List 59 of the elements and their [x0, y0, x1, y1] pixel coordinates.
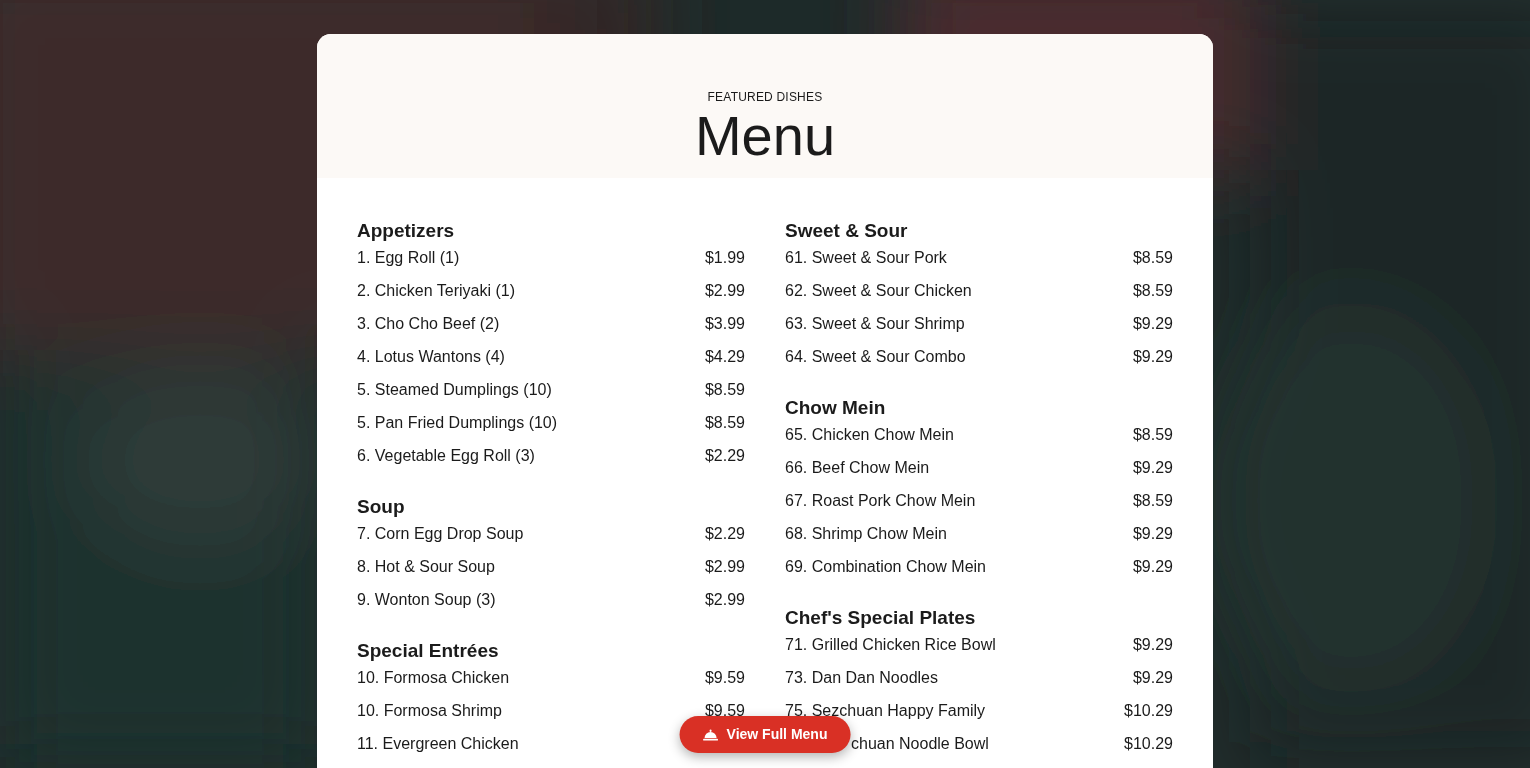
view-menu-button[interactable]: View Full Menu: [679, 716, 851, 753]
menu-item-name: 2. Chicken Teriyaki (1): [357, 282, 515, 300]
menu-item-name: 11. Evergreen Chicken: [357, 735, 519, 753]
section-eyebrow: FEATURED DISHES: [707, 89, 823, 106]
menu-item-name: 69. Combination Chow Mein: [785, 558, 986, 576]
menu-item-name: 71. Grilled Chicken Rice Bowl: [785, 636, 996, 654]
menu-item-name: 61. Sweet & Sour Pork: [785, 249, 947, 267]
section-heading: Sweet & Sour: [785, 219, 908, 243]
serving-dish-icon: [702, 728, 719, 741]
section-heading: Chef's Special Plates: [785, 606, 976, 630]
menu-item-price: $4.29: [704, 348, 745, 366]
menu-item-price: $9.29: [1132, 348, 1173, 366]
menu-item-name: 5. Pan Fried Dumplings (10): [357, 414, 558, 432]
menu-item-price: $2.29: [704, 447, 745, 465]
menu-item-name: 9. Wonton Soup (3): [357, 591, 496, 609]
menu-item-name: 63. Sweet & Sour Shrimp: [785, 315, 965, 333]
menu-item-name: 68. Shrimp Chow Mein: [785, 525, 947, 543]
menu-item-price: $8.59: [1132, 492, 1173, 510]
menu-item-name: 3. Cho Cho Beef (2): [357, 315, 500, 333]
menu-item-price: $9.29: [1132, 669, 1173, 687]
menu-item-name: 6. Vegetable Egg Roll (3): [357, 447, 535, 465]
menu-item-price: $2.99: [704, 591, 745, 609]
menu-item-name: 8. Hot & Sour Soup: [357, 558, 495, 576]
section-heading: Appetizers: [357, 219, 455, 243]
menu-item-price: $9.29: [1132, 558, 1173, 576]
menu-item-price: $9.59: [704, 669, 745, 687]
menu-item-name: 1. Egg Roll (1): [357, 249, 460, 267]
menu-item-name: 10. Formosa Shrimp: [357, 702, 502, 720]
menu-item-name: 73. Dan Dan Noodles: [785, 669, 938, 687]
menu-item-price: $9.29: [1132, 525, 1173, 543]
menu-item-price: $8.59: [704, 414, 745, 432]
menu-item-name: 65. Chicken Chow Mein: [785, 426, 954, 444]
menu-item-price: $1.99: [704, 249, 745, 267]
menu-item-name: 10. Formosa Chicken: [357, 669, 510, 687]
menu-item-name: 67. Roast Pork Chow Mein: [785, 492, 976, 510]
section-heading: Chow Mein: [785, 396, 886, 420]
section-heading: Special Entrées: [357, 639, 499, 663]
menu-item-name: 64. Sweet & Sour Combo: [785, 348, 966, 366]
menu-item-price: $2.99: [704, 282, 745, 300]
menu-item-name: 7. Corn Egg Drop Soup: [357, 525, 524, 543]
menu-item-name: 62. Sweet & Sour Chicken: [785, 282, 972, 300]
section-heading: Soup: [357, 495, 405, 519]
menu-item-price: $2.29: [704, 525, 745, 543]
menu-item-price: $8.59: [1132, 426, 1173, 444]
menu-item-price: $10.29: [1124, 702, 1173, 720]
menu-item-price: $8.59: [1132, 249, 1173, 267]
menu-item-price: $9.29: [1132, 636, 1173, 654]
menu-item-name: 66. Beef Chow Mein: [785, 459, 930, 477]
menu-item-price: $9.29: [1132, 315, 1173, 333]
menu-item-name: 5. Steamed Dumplings (10): [357, 381, 552, 399]
menu-item-price: $8.59: [1132, 282, 1173, 300]
menu-item-price: $10.29: [1124, 735, 1173, 753]
page-title: Menu: [694, 108, 836, 164]
menu-item-name: chuan Noodle Bowl: [851, 735, 989, 753]
menu-item-price: $9.29: [1132, 459, 1173, 477]
menu-item-price: $8.59: [704, 381, 745, 399]
menu-item-name: 4. Lotus Wantons (4): [357, 348, 505, 366]
menu-item-price: $3.99: [704, 315, 745, 333]
menu-item-price: $2.99: [704, 558, 745, 576]
